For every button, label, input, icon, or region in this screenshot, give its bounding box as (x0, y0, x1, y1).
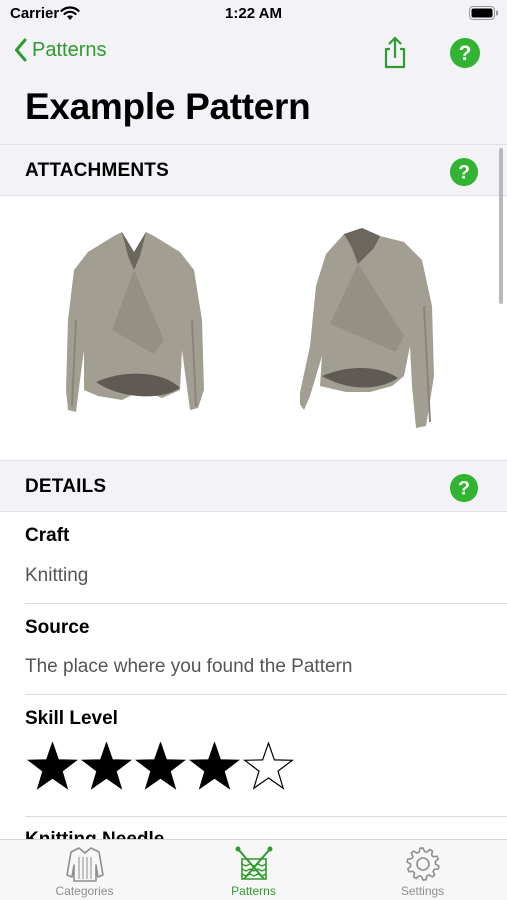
skill-level-rating[interactable] (26, 742, 296, 792)
tab-settings[interactable]: Settings (338, 840, 507, 900)
tab-categories-label: Categories (55, 884, 114, 898)
attachments-help-button[interactable]: ? (449, 157, 479, 192)
craft-value: Knitting (25, 565, 89, 586)
share-button[interactable] (380, 36, 410, 75)
tab-patterns-label: Patterns (231, 884, 276, 898)
star-filled-icon[interactable] (26, 742, 79, 792)
craft-row[interactable]: Craft Knitting (0, 512, 507, 604)
knitting-icon (234, 845, 274, 888)
source-row[interactable]: Source The place where you found the Pat… (0, 604, 507, 695)
attachments-section-header: ATTACHMENTS ? (0, 144, 507, 196)
tab-patterns[interactable]: Patterns (169, 840, 338, 900)
sweater-icon (65, 845, 105, 888)
star-filled-icon[interactable] (188, 742, 241, 792)
help-icon: ? (450, 38, 480, 68)
help-icon: ? (449, 157, 479, 187)
source-value: The place where you found the Pattern (25, 656, 353, 677)
tab-bar: Categories Patterns Settings (0, 839, 507, 900)
navigation-bar: Patterns ? Example Pattern (0, 28, 507, 144)
clock: 1:22 AM (225, 5, 282, 22)
page-title: Example Pattern (25, 86, 311, 127)
skill-level-title: Skill Level (25, 708, 118, 729)
attachments-header-label: ATTACHMENTS (25, 160, 169, 181)
star-empty-icon[interactable] (242, 742, 295, 792)
battery-icon (469, 6, 499, 25)
details-header-label: DETAILS (25, 476, 107, 497)
attachment-image-side[interactable] (298, 226, 440, 437)
tab-categories[interactable]: Categories (0, 840, 169, 900)
share-icon (384, 36, 406, 69)
gear-icon (404, 845, 442, 888)
attachment-image-front[interactable] (62, 230, 206, 425)
tab-settings-label: Settings (400, 884, 445, 898)
status-bar: Carrier 1:22 AM (0, 0, 507, 28)
star-filled-icon[interactable] (80, 742, 133, 792)
svg-text:?: ? (458, 162, 470, 184)
details-section-header: DETAILS ? (0, 460, 507, 512)
back-button-label: Patterns (32, 38, 107, 61)
svg-text:?: ? (458, 478, 470, 500)
attachments-gallery (0, 196, 507, 459)
knitting-needle-row[interactable]: Knitting Needle (0, 817, 507, 839)
source-title: Source (25, 617, 90, 638)
back-button[interactable]: Patterns (14, 38, 106, 62)
star-filled-icon[interactable] (134, 742, 187, 792)
help-button[interactable]: ? (449, 37, 481, 74)
help-icon: ? (449, 473, 479, 503)
knitting-needle-title: Knitting Needle (25, 829, 164, 839)
craft-title: Craft (25, 525, 70, 546)
chevron-left-icon (15, 38, 27, 62)
scrollbar[interactable] (499, 148, 503, 304)
details-help-button[interactable]: ? (449, 473, 479, 508)
svg-text:?: ? (459, 42, 472, 65)
